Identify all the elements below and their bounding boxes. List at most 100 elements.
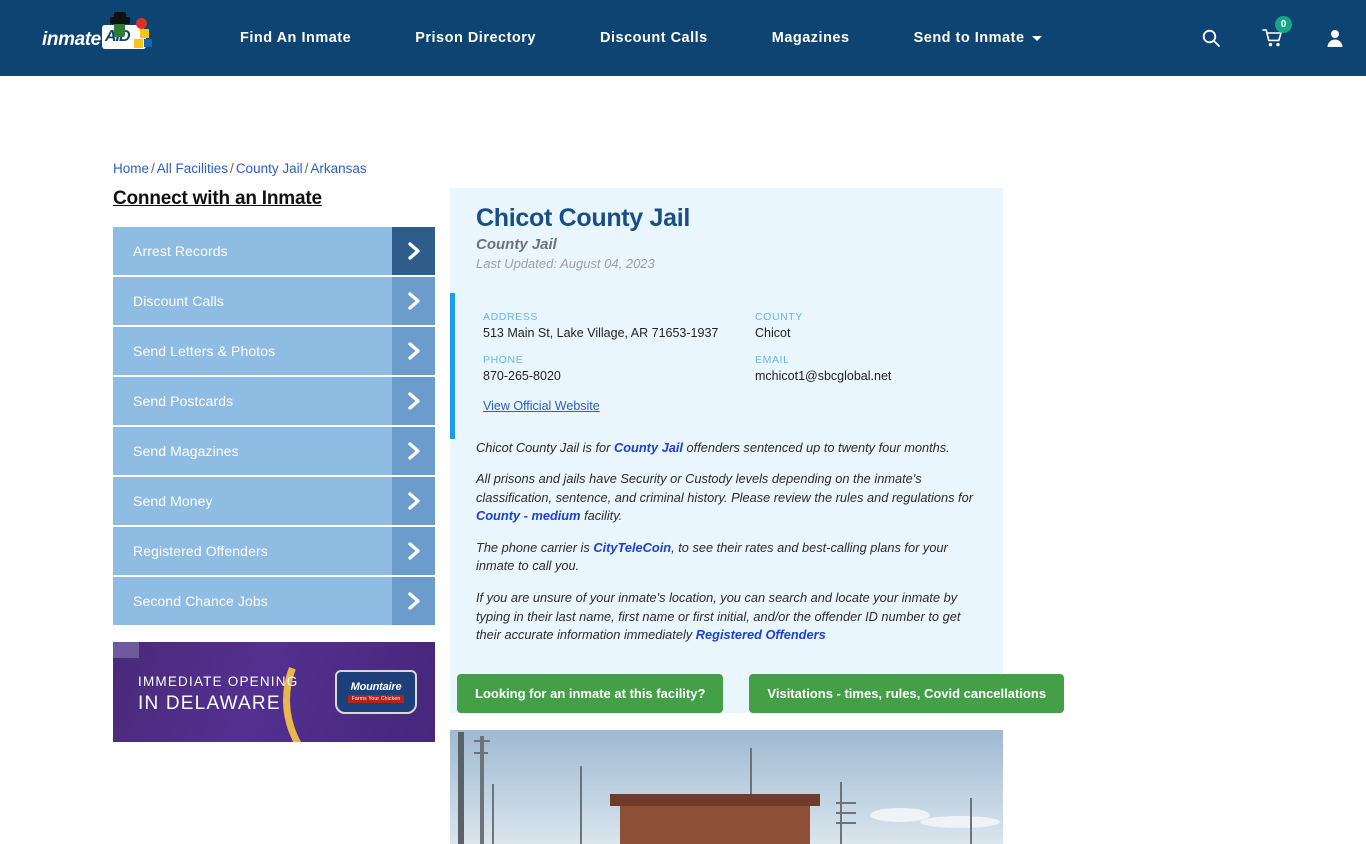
ad-brand-logo: Mountaire Farms Your Chicken	[335, 670, 417, 714]
nav-label: Send to Inmate	[913, 30, 1025, 46]
facility-card: Chicot County Jail County Jail Last Upda…	[450, 188, 1065, 713]
info-label: EMAIL	[755, 353, 790, 366]
photo-antenna	[474, 740, 490, 742]
link-registered-offenders[interactable]: Registered Offenders	[696, 627, 826, 642]
nav-item-find-an-inmate[interactable]: Find An Inmate	[208, 30, 383, 46]
breadcrumb-item-arkansas[interactable]: Arkansas	[310, 161, 366, 176]
chevron-right-icon	[392, 227, 435, 275]
sidebar: Connect with an Inmate Arrest Records Di…	[113, 188, 435, 627]
nav-item-magazines[interactable]: Magazines	[740, 30, 882, 46]
photo-building	[620, 804, 810, 844]
nav-item-send-to-inmate[interactable]: Send to Inmate	[882, 30, 1074, 46]
breadcrumb: Home / All Facilities / County Jail / Arkansas	[113, 161, 367, 176]
link-county-medium[interactable]: County - medium	[476, 508, 581, 523]
sidebar-item-label: Arrest Records	[133, 243, 228, 259]
description-paragraph-2: All prisons and jails have Security or C…	[476, 470, 983, 526]
sidebar-item-discount-calls[interactable]: Discount Calls	[113, 277, 435, 325]
cart-button[interactable]: 0	[1242, 0, 1304, 76]
photo-radio-tower	[970, 798, 972, 844]
visitations-button[interactable]: Visitations - times, rules, Covid cancel…	[749, 673, 1065, 713]
sidebar-item-send-postcards[interactable]: Send Postcards	[113, 377, 435, 425]
info-field-county: COUNTY Chicot	[755, 311, 977, 340]
link-cityttelecoin[interactable]: CityTeleCoin	[593, 540, 671, 555]
logo-figure-body-icon	[114, 24, 125, 37]
sidebar-item-registered-offenders[interactable]: Registered Offenders	[113, 527, 435, 575]
facility-header: Chicot County Jail County Jail Last Upda…	[450, 188, 1003, 285]
ad-headline-line2: IN DELAWARE	[138, 693, 281, 714]
info-value: 513 Main St, Lake Village, AR 71653-1937	[483, 325, 719, 340]
cart-count-badge: 0	[1275, 16, 1292, 33]
sidebar-item-second-chance-jobs[interactable]: Second Chance Jobs	[113, 577, 435, 625]
chevron-right-icon	[392, 427, 435, 475]
photo-radio-tower	[458, 732, 464, 844]
sidebar-item-send-magazines[interactable]: Send Magazines	[113, 427, 435, 475]
ad-corner-accent	[113, 642, 139, 658]
photo-antenna	[836, 802, 856, 804]
logo-dot-blue-icon	[144, 39, 152, 47]
sidebar-item-label: Registered Offenders	[133, 543, 268, 559]
photo-radio-tower	[492, 784, 494, 844]
nav-label: Prison Directory	[415, 30, 537, 46]
cta-button-row: Looking for an inmate at this facility? …	[450, 666, 1065, 713]
chevron-right-icon	[392, 327, 435, 375]
user-icon	[1327, 30, 1343, 47]
facility-photo	[450, 730, 1003, 844]
photo-cloud	[920, 816, 1000, 828]
photo-antenna	[836, 822, 856, 824]
chevron-down-icon	[1031, 35, 1042, 41]
logo-dot-yellow-icon	[140, 29, 149, 38]
info-value: mchicot1@sbcglobal.net	[755, 368, 892, 383]
nav-item-prison-directory[interactable]: Prison Directory	[383, 30, 568, 46]
link-county-jail[interactable]: County Jail	[614, 440, 683, 455]
info-label: PHONE	[483, 353, 524, 366]
sidebar-item-label: Send Magazines	[133, 443, 239, 459]
main-navigation: Find An Inmate Prison Directory Discount…	[208, 30, 1074, 46]
desc-text: facility.	[580, 508, 623, 524]
description-paragraph-1: Chicot County Jail is for County Jail of…	[476, 439, 983, 458]
breadcrumb-item-home[interactable]: Home	[113, 161, 149, 176]
breadcrumb-separator: /	[151, 161, 155, 176]
nav-item-discount-calls[interactable]: Discount Calls	[568, 30, 740, 46]
page-body: Home / All Facilities / County Jail / Arkansas…	[0, 76, 1366, 844]
sidebar-item-send-letters-photos[interactable]: Send Letters & Photos	[113, 327, 435, 375]
photo-antenna	[836, 812, 856, 814]
looking-for-inmate-button[interactable]: Looking for an inmate at this facility?	[457, 673, 724, 713]
breadcrumb-separator: /	[304, 161, 309, 176]
desc-text: offenders sentenced up to twenty four mo…	[682, 439, 950, 455]
breadcrumb-item-all-facilities[interactable]: All Facilities	[157, 161, 228, 176]
sidebar-item-label: Send Money	[133, 493, 213, 509]
advertisement-banner[interactable]: IMMEDIATE OPENING IN DELAWARE Mountaire …	[113, 642, 435, 742]
search-button[interactable]	[1180, 0, 1242, 76]
photo-antenna	[474, 752, 488, 754]
last-updated-text: Last Updated: August 04, 2023	[476, 255, 655, 271]
logo-dot-yellow-2-icon	[134, 39, 143, 48]
desc-text: Chicot County Jail is for	[476, 439, 614, 455]
nav-label: Discount Calls	[600, 30, 708, 46]
sidebar-heading: Connect with an Inmate	[113, 188, 322, 209]
view-official-website-link[interactable]: View Official Website	[483, 399, 600, 413]
facility-info-grid: ADDRESS 513 Main St, Lake Village, AR 71…	[483, 311, 977, 383]
ad-headline-line1: IMMEDIATE OPENING	[138, 674, 299, 689]
info-field-address: ADDRESS 513 Main St, Lake Village, AR 71…	[483, 311, 755, 340]
facility-description: Chicot County Jail is for County Jail of…	[450, 439, 1003, 666]
site-logo[interactable]: inmate AID	[0, 12, 190, 61]
sidebar-item-send-money[interactable]: Send Money	[113, 477, 435, 525]
chevron-right-icon	[392, 577, 435, 625]
breadcrumb-item-county-jail[interactable]: County Jail	[236, 161, 303, 176]
nav-label: Find An Inmate	[240, 30, 352, 46]
desc-text: All prisons and jails have Security or C…	[476, 471, 973, 505]
chevron-right-icon	[392, 277, 435, 325]
sidebar-item-arrest-records[interactable]: Arrest Records	[113, 227, 435, 275]
logo-dot-red-icon	[136, 18, 147, 29]
account-button[interactable]	[1304, 0, 1366, 76]
info-field-phone: PHONE 870-265-8020	[483, 354, 755, 383]
breadcrumb-separator: /	[230, 161, 234, 176]
desc-text: The phone carrier is	[476, 539, 594, 555]
sidebar-item-label: Send Postcards	[133, 393, 234, 409]
page-title: Chicot County Jail	[476, 204, 691, 232]
ad-brand-tagline: Farms Your Chicken	[347, 695, 405, 703]
facility-type: County Jail	[476, 235, 557, 253]
site-header: inmate AID Find An Inmate Prison Directo…	[0, 0, 1366, 76]
photo-radio-tower	[580, 766, 582, 844]
info-field-email: EMAIL mchicot1@sbcglobal.net	[755, 354, 977, 383]
